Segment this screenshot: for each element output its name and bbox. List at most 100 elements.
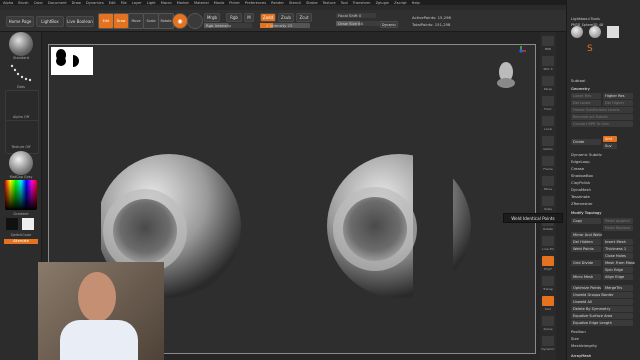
weld-points-button[interactable]: Weld Points — [571, 246, 601, 252]
optimize-points-button[interactable]: Optimize Points — [571, 285, 601, 291]
spin-edge-button[interactable]: Spin Edge — [603, 267, 633, 273]
convert-bpr-button[interactable]: Convert BPR To Geo — [571, 121, 633, 127]
tool-cylinder-thumb[interactable] — [607, 26, 619, 38]
size-item[interactable]: Size — [571, 336, 579, 341]
material-sphere-icon[interactable]: ◉ — [172, 13, 188, 29]
paste-append-button[interactable]: Paste Append — [603, 218, 633, 224]
close-holes-button[interactable]: Close Holes — [603, 253, 633, 259]
dynamic-button[interactable]: Dynamic — [380, 21, 398, 28]
simple-brush-icon[interactable]: S — [587, 44, 597, 54]
shelf-button-gizmo[interactable] — [542, 136, 554, 146]
primary-color-swatch[interactable] — [22, 218, 34, 230]
shelf-button-line-fill[interactable] — [542, 236, 554, 246]
lightbox-button[interactable]: LightBox — [36, 16, 64, 27]
menu-item-transform[interactable]: Transform — [353, 1, 371, 5]
crease-item[interactable]: Crease — [571, 166, 584, 171]
subtool-header[interactable]: Subtool — [571, 78, 585, 83]
menu-item-material[interactable]: Material — [194, 1, 209, 5]
tessimate-item[interactable]: Tessimate — [571, 194, 590, 199]
color-dot-icon[interactable] — [187, 13, 203, 29]
edit-mode-icon[interactable]: Edit — [98, 13, 114, 29]
brush-icon[interactable] — [9, 32, 33, 56]
menu-item-zplugin[interactable]: Zplugin — [376, 1, 390, 5]
menu-item-help[interactable]: Help — [412, 1, 420, 5]
shelf-button-frame[interactable] — [542, 156, 554, 166]
unweld-all-button[interactable]: Unweld All — [571, 299, 633, 305]
meshintegrity-item[interactable]: MeshIntegrity — [571, 343, 597, 348]
zcut-button[interactable]: Zcut — [296, 13, 312, 22]
zsub-button[interactable]: Zsub — [278, 13, 294, 22]
del-hidden-button[interactable]: Del Hidden — [571, 239, 601, 245]
del-lower-button[interactable]: Del Lower — [571, 100, 601, 106]
menu-item-marker[interactable]: Marker — [177, 1, 189, 5]
claypolish-item[interactable]: ClayPolish — [571, 180, 590, 185]
shelf-button-local[interactable] — [542, 116, 554, 126]
divide-button[interactable]: Divide — [571, 139, 601, 145]
freeze-subdiv-button[interactable]: Freeze SubDivision Levels — [571, 107, 633, 113]
shadowbox-item[interactable]: ShadowBox — [571, 173, 593, 178]
shelf-button-persp[interactable] — [542, 76, 554, 86]
shelf-button-dynamic[interactable] — [542, 336, 554, 346]
color-picker[interactable] — [5, 180, 37, 210]
zadd-button[interactable]: Zadd — [260, 13, 276, 22]
arraymesh-header[interactable]: ArrayMesh — [571, 353, 591, 358]
scale-mode-icon[interactable]: Scale — [143, 13, 159, 29]
axis-gizmo-icon[interactable] — [519, 46, 526, 53]
insert-mesh-button[interactable]: Insert Mesh — [603, 239, 633, 245]
mergetris-button[interactable]: MergeTris — [603, 285, 633, 291]
mesh-from-mask-button[interactable]: Mesh From Mask — [603, 260, 635, 266]
mirror-weld-button[interactable]: Mirror And Weld — [571, 232, 602, 238]
m-button[interactable]: M — [244, 13, 254, 22]
draw-mode-icon[interactable]: Draw — [113, 13, 129, 29]
smt-toggle[interactable]: Smt — [603, 136, 617, 142]
menu-item-stencil[interactable]: Stencil — [289, 1, 301, 5]
suv-toggle[interactable]: Suv — [603, 143, 617, 149]
right-eye-sphere[interactable] — [327, 145, 471, 315]
menu-item-edit[interactable]: Edit — [109, 1, 116, 5]
paste-replace-button[interactable]: Paste Replace — [603, 225, 633, 231]
menu-item-light[interactable]: Light — [147, 1, 156, 5]
tool-sphere-thumb-2[interactable] — [589, 26, 601, 38]
menu-item-file[interactable]: File — [121, 1, 127, 5]
grid-divide-button[interactable]: Grid Divide — [571, 260, 601, 266]
move-mode-icon[interactable]: Move — [128, 13, 144, 29]
material-icon[interactable] — [9, 151, 33, 175]
copy-button[interactable]: Copy — [571, 218, 601, 224]
reconstruct-subdiv-button[interactable]: Reconstruct Subdiv — [571, 114, 633, 120]
unweld-groups-border-button[interactable]: Unweld Groups Border — [571, 292, 633, 298]
lightbox-tools-link[interactable]: Lightbox>Tools — [571, 16, 600, 21]
higher-res-button[interactable]: Higher Res — [603, 93, 633, 99]
dynamic-subdiv-item[interactable]: Dynamic Subdiv — [571, 152, 602, 157]
menu-item-color[interactable]: Color — [34, 1, 43, 5]
menu-item-preferences[interactable]: Preferences — [245, 1, 266, 5]
menu-item-draw[interactable]: Draw — [72, 1, 81, 5]
shelf-button-transp[interactable] — [542, 276, 554, 286]
micro-mesh-button[interactable]: Micro Mesh — [571, 274, 601, 280]
menu-item-render[interactable]: Render — [271, 1, 284, 5]
del-higher-button[interactable]: Del Higher — [603, 100, 633, 106]
thickness-slider[interactable]: Thickness 1 — [603, 246, 633, 252]
geometry-header[interactable]: Geometry — [571, 86, 590, 91]
rgb-button[interactable]: Rgb — [226, 13, 242, 22]
shelf-button-xpose[interactable] — [542, 316, 554, 326]
delete-by-symmetry-button[interactable]: Delete By Symmetry — [571, 306, 633, 312]
home-page-button[interactable]: Home Page — [6, 16, 34, 27]
navigation-head-icon[interactable] — [497, 62, 515, 88]
menu-item-picker[interactable]: Picker — [229, 1, 240, 5]
menu-item-dynamics[interactable]: Dynamics — [86, 1, 104, 5]
modify-topology-header[interactable]: Modify Topology — [571, 210, 602, 215]
shelf-button-move[interactable] — [542, 176, 554, 186]
equalize-surface-area-button[interactable]: Equalize Surface Area — [571, 313, 633, 319]
shelf-button-bpr[interactable] — [542, 36, 554, 46]
edgeloop-item[interactable]: EdgeLoop — [571, 159, 590, 164]
shelf-button-scale[interactable] — [542, 196, 554, 206]
shelf-button-polyf[interactable] — [542, 256, 554, 266]
switch-color-label[interactable]: SwitchColor — [0, 233, 42, 237]
position-item[interactable]: Position — [571, 329, 586, 334]
alternate-button[interactable]: Alternate — [4, 239, 38, 244]
align-edge-button[interactable]: Align Edge — [603, 274, 633, 280]
live-boolean-button[interactable]: Live Boolean — [66, 16, 94, 27]
shelf-button-floor[interactable] — [542, 96, 554, 106]
menu-item-zscript[interactable]: Zscript — [394, 1, 406, 5]
tool-sphere-thumb[interactable] — [571, 26, 583, 38]
